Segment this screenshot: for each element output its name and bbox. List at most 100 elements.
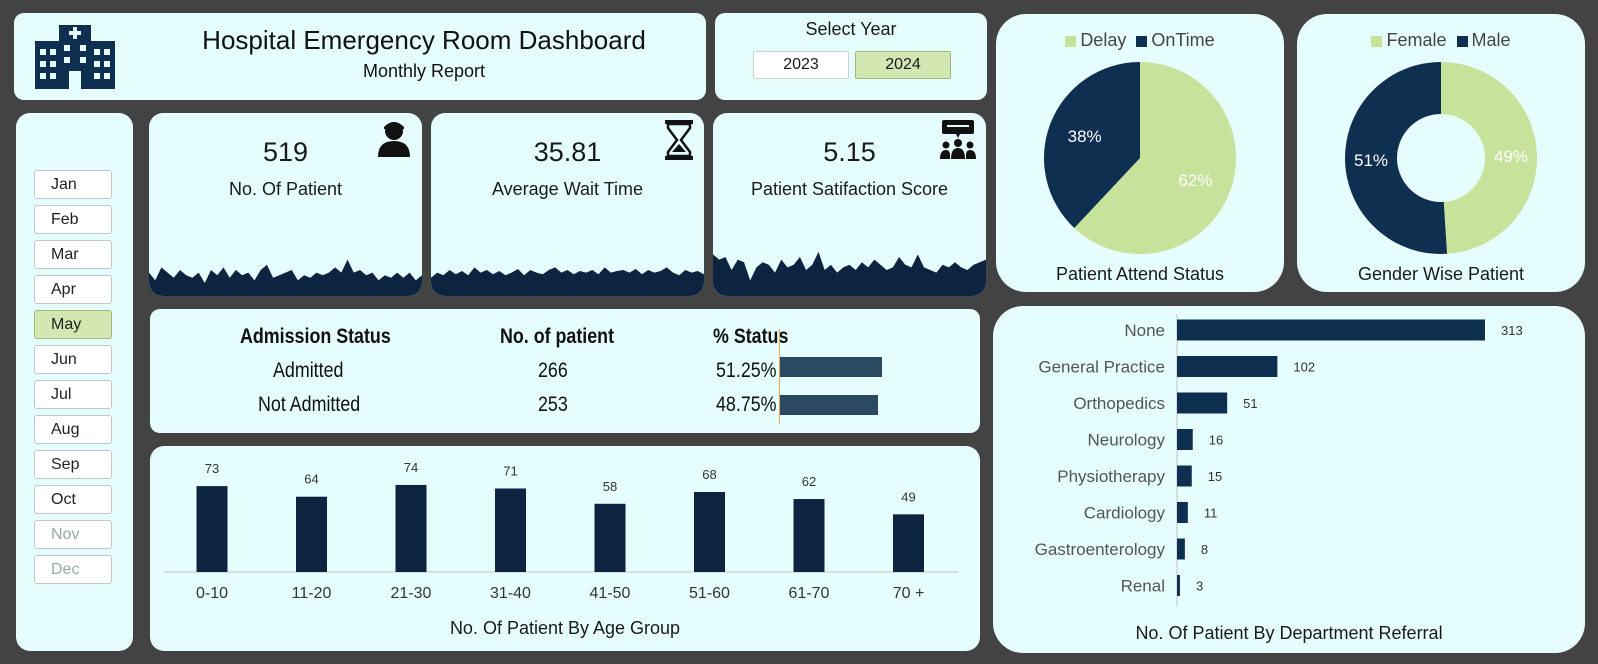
year-option-2024[interactable]: 2024 <box>855 51 951 79</box>
age-bar-label: 62 <box>802 474 816 489</box>
kpi-card-wait-time: 35.81 Average Wait Time <box>431 113 704 296</box>
kpi-card-satisfaction: 5.15 Patient Satifaction Score <box>713 113 986 296</box>
row-pct: 48.75% <box>716 393 777 416</box>
department-bar-label: 16 <box>1209 433 1223 448</box>
age-tick-label: 70 + <box>893 585 925 602</box>
age-tick-label: 51-60 <box>689 585 730 602</box>
month-option-may[interactable]: May <box>34 310 112 339</box>
wait-time-trend-sparkline <box>431 267 704 296</box>
department-bar-label: 8 <box>1201 542 1208 557</box>
col-header-pct: % Status <box>713 325 789 348</box>
department-tick-label: Renal <box>1121 577 1165 596</box>
satisfaction-trend-sparkline <box>713 251 986 296</box>
age-group-bars: 73 0-10 64 11-20 74 21-30 71 31-40 58 41-50 68 51-6… <box>164 460 958 602</box>
department-bar <box>1177 502 1188 523</box>
legend-item-delay: Delay <box>1065 30 1126 51</box>
pie-slice-label: 38% <box>1068 127 1102 146</box>
age-bar <box>395 484 427 572</box>
dept-chart-title: No. Of Patient By Department Referral <box>1135 623 1443 643</box>
month-slicer: Jan Feb Mar Apr May Jun Jul Aug Sep Oct … <box>16 113 133 651</box>
hourglass-icon <box>665 120 693 160</box>
department-tick-label: Physiotherapy <box>1057 467 1165 486</box>
row-pct: 51.25% <box>716 359 777 382</box>
month-option-jul[interactable]: Jul <box>34 380 112 409</box>
kpi-label: Patient Satifaction Score <box>750 179 949 199</box>
pie-slice-label: 51% <box>1354 151 1388 170</box>
month-option-nov[interactable]: Nov <box>34 520 112 549</box>
age-tick-label: 41-50 <box>590 585 631 602</box>
gender-donut: 49% 51% <box>1345 62 1537 255</box>
age-group-chart: 73 0-10 64 11-20 74 21-30 71 31-40 58 41-50 68 51-6… <box>150 446 980 651</box>
department-tick-label: Orthopedics <box>1073 394 1165 413</box>
month-option-jan[interactable]: Jan <box>34 170 112 199</box>
attend-pie: 62% 38% <box>1044 62 1236 255</box>
pie-slice-label: 49% <box>1494 147 1528 166</box>
legend-item-female: Female <box>1371 30 1447 51</box>
department-bar-label: 3 <box>1196 579 1203 594</box>
dashboard-subtitle: Monthly Report <box>362 61 486 81</box>
dashboard-title: Hospital Emergency Room Dashboard <box>202 25 646 55</box>
row-pct-bar <box>780 357 882 377</box>
year-slicer-title: Select Year <box>805 19 897 39</box>
month-option-dec[interactable]: Dec <box>34 555 112 584</box>
admission-status-table: Admission Status No. of patient % Status… <box>150 309 980 433</box>
department-tick-label: Gastroenterology <box>1035 540 1166 559</box>
age-tick-label: 31-40 <box>490 585 531 602</box>
age-bar-label: 64 <box>304 472 318 487</box>
legend-item-ontime: OnTime <box>1136 30 1215 51</box>
age-bar-label: 71 <box>503 463 517 478</box>
month-option-mar[interactable]: Mar <box>34 240 112 269</box>
department-referral-chart: None 313 General Practice 102 Orthopedics 51 N… <box>993 306 1585 653</box>
department-bars: None 313 General Practice 102 Orthopedics 51 N… <box>1035 314 1523 606</box>
row-pct-bar <box>780 395 878 415</box>
col-header-count: No. of patient <box>500 325 615 348</box>
gender-chart-title: Gender Wise Patient <box>1357 264 1525 284</box>
department-bar-label: 15 <box>1208 469 1222 484</box>
month-option-aug[interactable]: Aug <box>34 415 112 444</box>
patient-icon <box>378 122 410 157</box>
department-tick-label: Cardiology <box>1084 504 1166 523</box>
attend-legend: Delay OnTime <box>996 30 1284 51</box>
department-tick-label: None <box>1124 321 1165 340</box>
gender-chart: Female Male 49% 51% Gender Wise Patient <box>1297 14 1585 292</box>
month-option-apr[interactable]: Apr <box>34 275 112 304</box>
department-bar-label: 51 <box>1243 396 1257 411</box>
age-bar-label: 58 <box>603 479 617 494</box>
department-bar-label: 313 <box>1501 323 1523 338</box>
department-bar <box>1177 538 1185 560</box>
department-bar-label: 102 <box>1293 360 1315 375</box>
year-option-2023[interactable]: 2023 <box>753 51 849 79</box>
age-tick-label: 0-10 <box>196 585 228 602</box>
age-bar-label: 74 <box>404 460 418 475</box>
pie-slice-label: 62% <box>1178 171 1212 190</box>
age-bar <box>495 488 526 572</box>
month-option-oct[interactable]: Oct <box>34 485 112 514</box>
row-status: Admitted <box>273 359 344 382</box>
attend-status-chart: Delay OnTime 62% 38% Patient Attend Statu… <box>996 14 1284 292</box>
kpi-label: Average Wait Time <box>491 179 644 199</box>
age-tick-label: 21-30 <box>391 585 432 602</box>
kpi-label: No. Of Patient <box>228 179 343 199</box>
department-tick-label: Neurology <box>1088 431 1166 450</box>
month-option-jun[interactable]: Jun <box>34 345 112 374</box>
month-option-sep[interactable]: Sep <box>34 450 112 479</box>
age-bar <box>594 503 626 572</box>
age-bar <box>793 499 825 572</box>
department-bar <box>1177 392 1228 414</box>
hospital-icon <box>35 25 115 89</box>
month-option-feb[interactable]: Feb <box>34 205 112 234</box>
age-bar-label: 73 <box>205 461 219 476</box>
row-status: Not Admitted <box>258 393 361 416</box>
department-bar <box>1177 319 1485 341</box>
department-bar <box>1177 429 1193 450</box>
col-header-status: Admission Status <box>240 325 391 348</box>
attend-chart-title: Patient Attend Status <box>1055 264 1225 284</box>
age-bar <box>296 496 327 572</box>
age-bar <box>694 492 725 572</box>
legend-item-male: Male <box>1456 30 1511 51</box>
year-slicer: Select Year 2023 2024 <box>715 13 987 100</box>
age-chart-title: No. Of Patient By Age Group <box>449 618 681 638</box>
department-tick-label: General Practice <box>1038 358 1165 377</box>
department-bar <box>1177 575 1180 596</box>
department-bar <box>1177 356 1278 377</box>
